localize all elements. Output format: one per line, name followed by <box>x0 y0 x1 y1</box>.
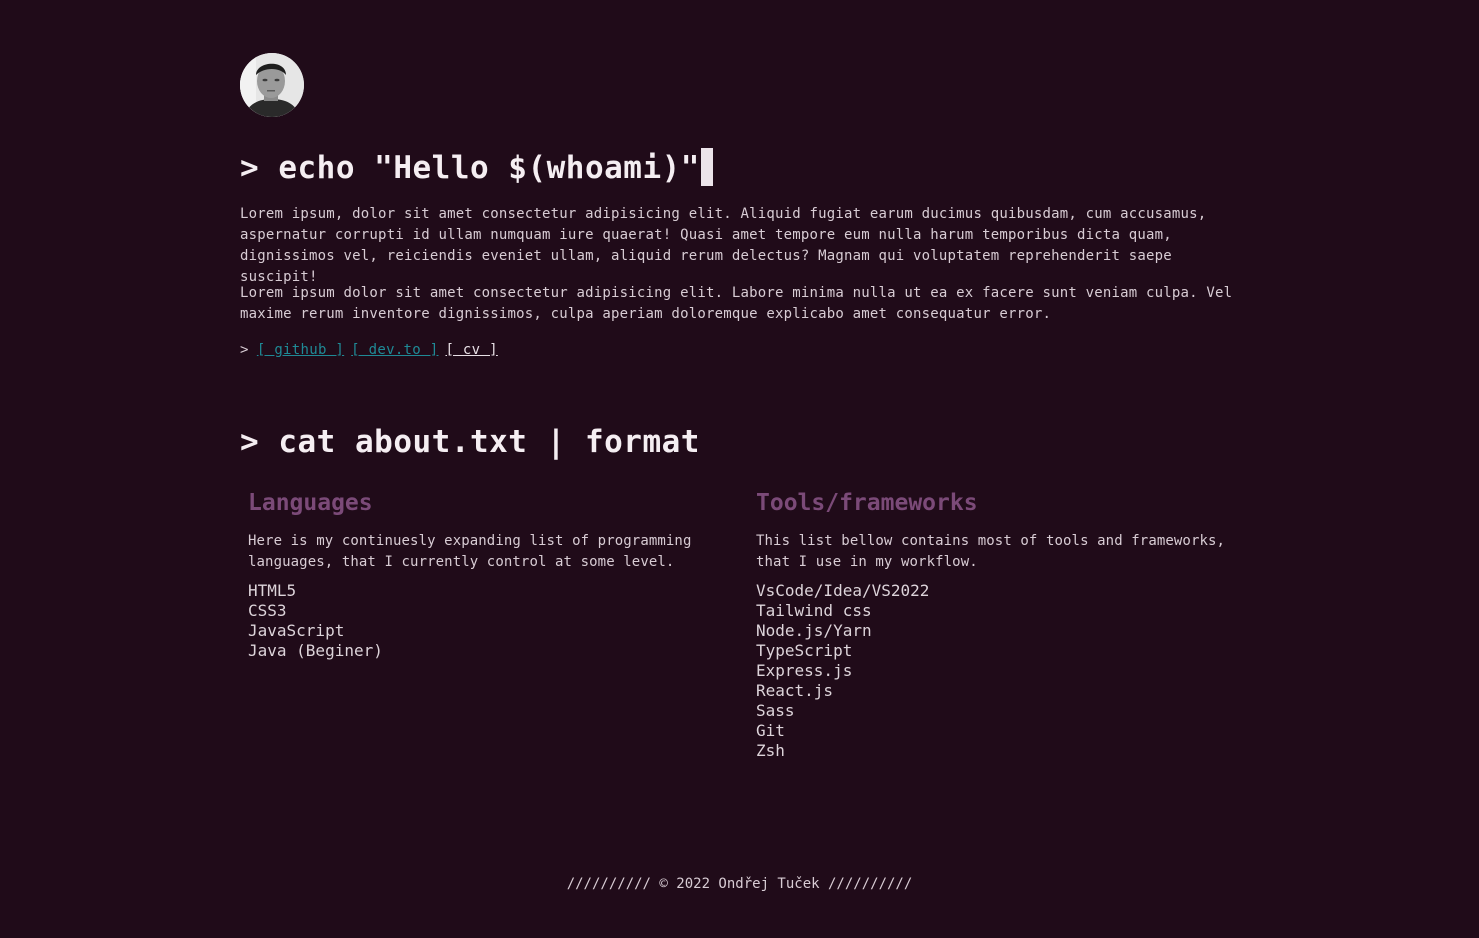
social-links: > [ github ] [ dev.to ] [ cv ] <box>240 340 505 361</box>
about-command-text: cat about.txt | format <box>278 424 700 460</box>
languages-list: HTML5 CSS3 JavaScript Java (Beginer) <box>248 581 718 661</box>
list-item: Sass <box>756 701 795 720</box>
github-link[interactable]: [ github ] <box>257 342 344 358</box>
about-command-title: > cat about.txt | format <box>240 424 700 460</box>
links-prompt-symbol: > <box>240 342 249 358</box>
list-item: JavaScript <box>248 621 345 640</box>
tools-list: VsCode/Idea/VS2022 Tailwind css Node.js/… <box>756 581 1226 761</box>
hero-command-title: > echo "Hello $(whoami)" <box>240 148 713 186</box>
terminal-cursor <box>700 148 713 186</box>
intro-paragraph-2: Lorem ipsum dolor sit amet consectetur a… <box>240 285 1233 322</box>
tools-heading: Tools/frameworks <box>756 490 978 516</box>
prompt-symbol: > <box>240 424 260 460</box>
languages-heading: Languages <box>248 490 373 516</box>
list-item: Java (Beginer) <box>248 641 383 660</box>
list-item: HTML5 <box>248 581 297 600</box>
list-item: React.js <box>756 681 834 700</box>
prompt-symbol: > <box>240 150 260 186</box>
list-item: TypeScript <box>756 641 853 660</box>
footer-text: ////////// © 2022 Ondřej Tuček /////////… <box>566 876 913 892</box>
list-item: VsCode/Idea/VS2022 <box>756 581 930 600</box>
cv-link[interactable]: [ cv ] <box>445 342 497 358</box>
avatar <box>240 53 304 117</box>
list-item: Tailwind css <box>756 601 872 620</box>
list-item: Git <box>756 721 785 740</box>
hero-command-text: echo "Hello $(whoami)" <box>278 150 700 186</box>
list-item: CSS3 <box>248 601 287 620</box>
languages-description: Here is my continuesly expanding list of… <box>248 533 692 570</box>
intro-paragraph-1: Lorem ipsum, dolor sit amet consectetur … <box>240 206 1207 285</box>
devto-link[interactable]: [ dev.to ] <box>351 342 438 358</box>
list-item: Node.js/Yarn <box>756 621 872 640</box>
tools-description: This list bellow contains most of tools … <box>756 533 1226 570</box>
list-item: Zsh <box>756 741 785 760</box>
languages-section: Languages Here is my continuesly expandi… <box>248 488 718 661</box>
tools-section: Tools/frameworks This list bellow contai… <box>756 488 1226 761</box>
list-item: Express.js <box>756 661 853 680</box>
